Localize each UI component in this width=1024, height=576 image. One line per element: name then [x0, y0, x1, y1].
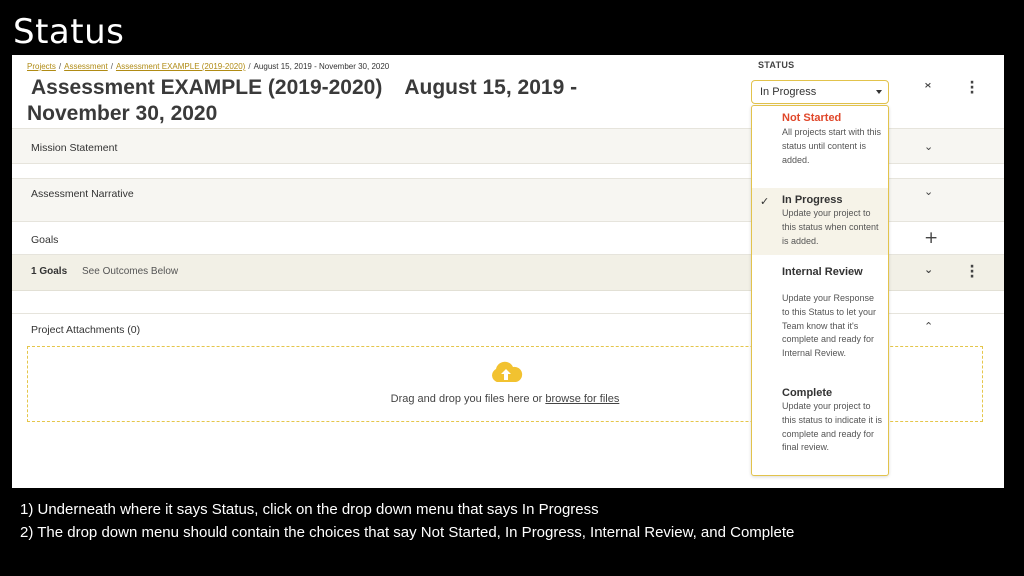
plus-icon[interactable]: +: [924, 228, 938, 248]
caption-line-1: 1) Underneath where it says Status, clic…: [20, 501, 599, 518]
status-dropdown[interactable]: In Progress: [751, 80, 889, 104]
slide-title: Status: [13, 12, 125, 52]
caption-line-2: 2) The drop down menu should contain the…: [20, 524, 795, 541]
breadcrumb: Projects / Assessment / Assessment EXAMPLE (…: [27, 62, 389, 71]
breadcrumb-current: August 15, 2019 - November 30, 2020: [253, 62, 390, 71]
cloud-upload-icon: [492, 361, 523, 382]
breadcrumb-projects[interactable]: Projects: [27, 62, 56, 71]
browse-files-link[interactable]: browse for files: [545, 393, 619, 405]
status-option-internal-review[interactable]: Internal Review Update your Response to …: [752, 255, 888, 380]
breadcrumb-assessment[interactable]: Assessment: [64, 62, 108, 71]
status-option-in-progress[interactable]: ✓ In Progress Update your project to thi…: [752, 188, 888, 255]
section-label: Assessment Narrative: [31, 188, 134, 200]
breadcrumb-separator: /: [110, 62, 113, 71]
option-name: Not Started: [782, 112, 842, 124]
option-description: Update your project to this status to in…: [782, 401, 883, 453]
option-description: All projects start with this status unti…: [782, 127, 882, 165]
chevron-down-icon[interactable]: ⌄: [924, 140, 933, 153]
chevron-down-icon[interactable]: ⌄: [924, 185, 933, 198]
option-name: In Progress: [782, 194, 843, 206]
section-label: Mission Statement: [31, 142, 118, 154]
chevron-down-icon[interactable]: ⌄: [924, 263, 933, 276]
page-title-name: Assessment EXAMPLE (2019-2020): [31, 76, 383, 99]
chevron-up-icon[interactable]: ⌃: [924, 320, 933, 333]
check-icon: ✓: [760, 196, 770, 208]
goals-count: 1 Goals: [31, 266, 68, 277]
breadcrumb-separator: /: [248, 62, 251, 71]
status-selected-value: In Progress: [760, 86, 817, 98]
section-label: Project Attachments (0): [31, 324, 141, 336]
page-title-dates: August 15, 2019 -: [404, 76, 578, 99]
page-title-date-end: November 30, 2020: [27, 102, 218, 125]
breadcrumb-assessment-example[interactable]: Assessment EXAMPLE (2019-2020): [116, 62, 245, 71]
more-options-icon[interactable]: · · ·: [965, 260, 979, 284]
option-name: Complete: [782, 387, 833, 399]
goals-outcomes-note: See Outcomes Below: [82, 266, 179, 277]
section-label: Goals: [31, 234, 59, 246]
breadcrumb-separator: /: [58, 62, 62, 71]
page-title: Assessment EXAMPLE (2019-2020) August 15,…: [27, 75, 727, 127]
dropzone-instruction: Drag and drop you files here or: [390, 393, 546, 405]
status-option-not-started[interactable]: Not Started All projects start with this…: [752, 106, 888, 188]
option-name: Internal Review: [782, 266, 863, 278]
option-description: Update your Response to this Status to l…: [782, 293, 877, 359]
more-options-icon[interactable]: · · ·: [965, 76, 979, 100]
option-description: Update your project to this status when …: [782, 208, 879, 246]
app-screenshot: Projects / Assessment / Assessment EXAMPLE (…: [12, 55, 1004, 488]
status-option-complete[interactable]: Complete Update your project to this sta…: [752, 380, 888, 474]
status-dropdown-menu: Not Started All projects start with this…: [751, 105, 889, 476]
status-label: STATUS: [758, 60, 795, 70]
collapse-all-icon[interactable]: ⌄ ⌃: [921, 76, 935, 97]
caret-down-icon: [876, 90, 882, 94]
